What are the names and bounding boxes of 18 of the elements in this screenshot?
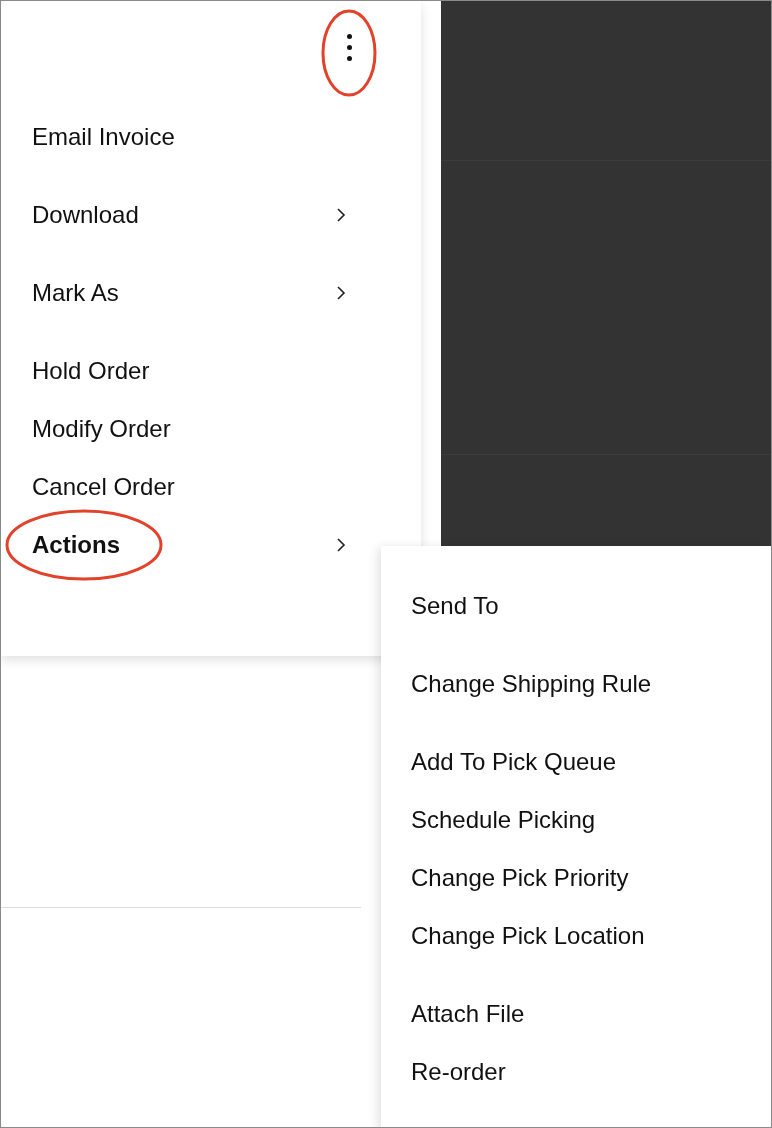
submenu-item[interactable]: Attach File xyxy=(411,985,771,1043)
chevron-right-icon xyxy=(336,538,346,552)
menu-item[interactable]: Hold Order xyxy=(32,342,421,400)
submenu-item[interactable]: Schedule Picking xyxy=(411,791,771,849)
menu-item[interactable]: Mark As xyxy=(32,264,421,322)
submenu-item[interactable]: Re-order xyxy=(411,1043,771,1101)
submenu-item[interactable]: Change Pick Location xyxy=(411,907,771,965)
submenu-item[interactable]: Send To xyxy=(411,577,771,635)
chevron-right-icon xyxy=(336,286,346,300)
submenu-item[interactable]: Change Shipping Rule xyxy=(411,655,771,713)
menu-item[interactable]: Download xyxy=(32,186,421,244)
submenu-item[interactable]: Change Pick Priority xyxy=(411,849,771,907)
menu-item[interactable]: Actions xyxy=(32,516,421,574)
menu-item[interactable]: Cancel Order xyxy=(32,458,421,516)
menu-item[interactable]: Email Invoice xyxy=(32,108,421,166)
submenu-item[interactable]: Add To Pick Queue xyxy=(411,733,771,791)
menu-item[interactable]: Modify Order xyxy=(32,400,421,458)
chevron-right-icon xyxy=(336,208,346,222)
